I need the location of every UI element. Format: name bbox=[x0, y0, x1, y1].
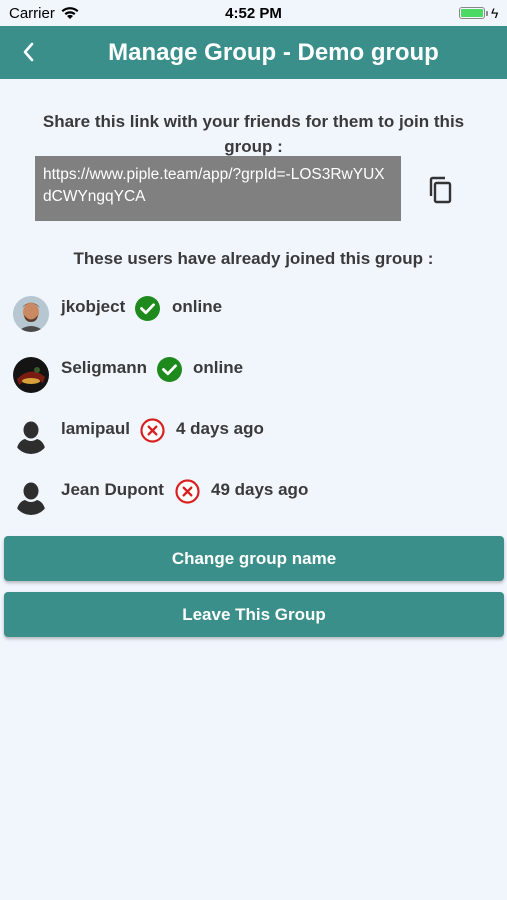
avatar bbox=[13, 296, 49, 332]
member-name: lamipaul bbox=[61, 419, 130, 438]
share-instruction: Share this link with your friends for th… bbox=[42, 112, 465, 156]
battery-icon bbox=[459, 7, 485, 19]
clock: 4:52 PM bbox=[225, 5, 282, 22]
member-status: online bbox=[172, 297, 223, 316]
members-heading: These users have already joined this gro… bbox=[73, 249, 434, 268]
online-check-icon bbox=[157, 357, 182, 382]
invite-link-box[interactable]: https://www.piple.team/app/?grpId=-LOS3R… bbox=[35, 156, 401, 221]
avatar bbox=[13, 357, 49, 393]
default-avatar-icon bbox=[16, 482, 46, 515]
member-status: online bbox=[193, 358, 244, 377]
bolt-icon: ϟ bbox=[491, 5, 499, 21]
member-status: 49 days ago bbox=[211, 480, 309, 499]
member-row[interactable]: jkobject online bbox=[13, 296, 493, 336]
invite-link[interactable]: https://www.piple.team/app/?grpId=-LOS3R… bbox=[43, 164, 393, 208]
online-check-icon bbox=[135, 296, 160, 321]
offline-x-icon bbox=[140, 418, 165, 443]
back-button[interactable] bbox=[16, 36, 44, 68]
default-avatar-icon bbox=[16, 421, 46, 454]
member-row[interactable]: lamipaul 4 days ago bbox=[13, 418, 493, 458]
member-name: jkobject bbox=[61, 297, 126, 316]
change-group-name-button[interactable]: Change group name bbox=[4, 536, 504, 581]
leave-group-button[interactable]: Leave This Group bbox=[4, 592, 504, 637]
battery-tip bbox=[486, 11, 488, 16]
page-title: Manage Group - Demo group bbox=[108, 39, 439, 66]
nav-header: Manage Group - Demo group bbox=[0, 26, 507, 79]
member-name: Jean Dupont bbox=[61, 480, 164, 499]
member-status: 4 days ago bbox=[176, 419, 264, 438]
member-name: Seligmann bbox=[61, 358, 147, 377]
copy-icon[interactable] bbox=[427, 174, 455, 206]
offline-x-icon bbox=[175, 479, 200, 504]
member-row[interactable]: Jean Dupont 49 days ago bbox=[13, 479, 493, 519]
status-bar: Carrier 4:52 PM ϟ bbox=[0, 0, 507, 26]
member-row[interactable]: Seligmann online bbox=[13, 357, 493, 397]
battery-level bbox=[461, 9, 483, 17]
